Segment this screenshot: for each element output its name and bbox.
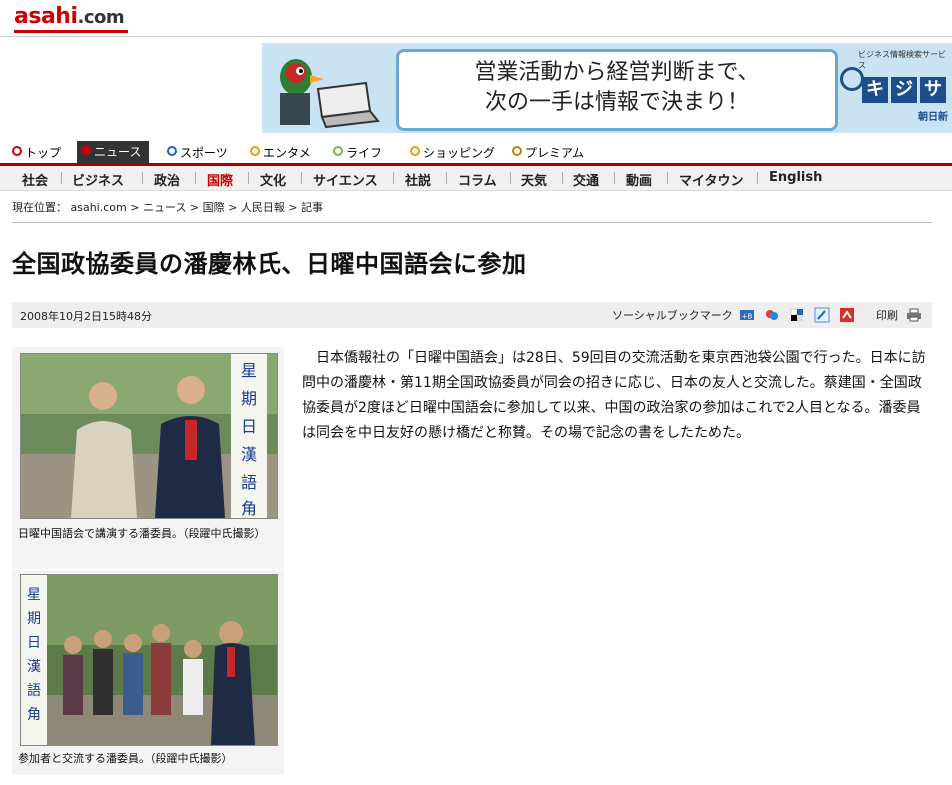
bullet-icon — [81, 145, 91, 155]
subnav-society[interactable]: 社会 — [22, 170, 48, 189]
subnav-science[interactable]: サイエンス — [313, 170, 378, 189]
breadcrumb-link-asahi[interactable]: asahi.com — [71, 201, 127, 214]
bullet-icon — [512, 146, 522, 156]
breadcrumb-link-international[interactable]: 国際 — [203, 201, 225, 214]
nav-item-sports[interactable]: スポーツ — [167, 144, 228, 161]
divider — [446, 172, 447, 184]
print-label[interactable]: 印刷 — [876, 307, 898, 323]
subnav-international[interactable]: 国際 — [207, 170, 233, 189]
photo-group-image: 星 期 日 漢 語 角 — [21, 575, 277, 745]
divider — [562, 172, 563, 184]
bullet-icon — [12, 146, 22, 156]
bullet-icon — [250, 146, 260, 156]
divider — [614, 172, 615, 184]
nav-item-news[interactable]: ニュース — [77, 141, 150, 163]
svg-text:星: 星 — [27, 587, 41, 603]
livedoor-clip-icon[interactable] — [764, 307, 780, 323]
bullet-icon — [333, 146, 343, 156]
divider — [510, 172, 511, 184]
divider — [667, 172, 668, 184]
bullet-icon — [167, 146, 177, 156]
svg-text:+B: +B — [742, 313, 753, 321]
figure-1-caption: 日曜中国語会で講演する潘委員。（段躍中氏撮影） — [18, 527, 266, 540]
ad-brand-tagline: ビジネス情報検索サービス — [858, 50, 946, 70]
ad-speech-bubble: 営業活動から経営判断まで、 次の一手は情報で決まり！ — [396, 49, 838, 131]
primary-nav: トップ ニュース スポーツ エンタメ ライフ ショッピング プレミアム — [0, 141, 952, 166]
svg-text:日: 日 — [27, 635, 41, 651]
secondary-nav: 社会 ビジネス 政治 国際 文化 サイエンス 社説 コラム 天気 交通 動画 マ… — [0, 166, 952, 191]
ad-brand-name: キ ジ サ — [862, 77, 952, 103]
svg-text:日: 日 — [241, 417, 257, 436]
divider — [248, 172, 249, 184]
svg-text:期: 期 — [27, 611, 41, 627]
svg-text:漢: 漢 — [241, 445, 257, 464]
article-title: 全国政協委員の潘慶林氏、日曜中国語会に参加 — [12, 250, 527, 278]
divider — [61, 172, 62, 184]
subnav-politics[interactable]: 政治 — [154, 170, 180, 189]
ad-brand: ビジネス情報検索サービス キ ジ サ 朝日新 — [840, 49, 952, 127]
svg-text:期: 期 — [241, 389, 257, 408]
subnav-video[interactable]: 動画 — [626, 170, 652, 189]
nav-item-shopping[interactable]: ショッピング — [410, 144, 495, 161]
breadcrumb-link-peoples-daily[interactable]: 人民日報 — [241, 201, 285, 214]
nav-item-top[interactable]: トップ — [12, 144, 61, 161]
divider — [12, 222, 932, 223]
clip-icon[interactable] — [814, 307, 830, 323]
breadcrumb: 現在位置： asahi.com > ニュース > 国際 > 人民日報 > 記事 — [12, 201, 324, 214]
article-figure-1: 星 期 日 漢 語 角 日曜中国語会で講演する潘委員。（段躍中氏撮影） — [12, 347, 284, 569]
article-figure-2: 星 期 日 漢 語 角 参加者と交流する潘委員。（段躍中氏撮影） — [12, 570, 284, 775]
svg-text:語: 語 — [241, 473, 257, 492]
article-photo-1[interactable]: 星 期 日 漢 語 角 — [20, 353, 278, 519]
nav-item-premium[interactable]: プレミアム — [512, 144, 584, 161]
ad-line-1: 営業活動から経営判断まで、 — [474, 60, 760, 85]
social-bookmark-label: ソーシャルブックマーク — [612, 309, 733, 322]
svg-text:角: 角 — [241, 499, 257, 518]
delicious-icon[interactable] — [789, 307, 805, 323]
subnav-mytown[interactable]: マイタウン — [679, 170, 743, 189]
divider — [142, 172, 143, 184]
divider — [301, 172, 302, 184]
subnav-culture[interactable]: 文化 — [260, 170, 286, 189]
subnav-english[interactable]: English — [769, 170, 822, 185]
bird-laptop-illustration — [280, 59, 380, 129]
svg-text:角: 角 — [27, 707, 41, 723]
logo-underline — [14, 30, 128, 33]
subnav-editorial[interactable]: 社説 — [405, 170, 431, 189]
ad-line-2: 次の一手は情報で決まり！ — [484, 90, 749, 115]
bullet-icon — [410, 146, 420, 156]
divider — [757, 172, 758, 184]
printer-icon[interactable] — [906, 307, 922, 323]
figure-2-caption: 参加者と交流する潘委員。（段躍中氏撮影） — [18, 752, 233, 765]
article-meta-bar: 2008年10月2日15時48分 ソーシャルブックマーク +B 印刷 — [12, 302, 932, 328]
article-body: 日本僑報社の「日曜中国語会」は28日、59回目の交流活動を東京西池袋公園で行った… — [302, 350, 926, 441]
ad-banner[interactable]: 営業活動から経営判断まで、 次の一手は情報で決まり！ ビジネス情報検索サービス … — [262, 43, 952, 133]
svg-text:語: 語 — [27, 683, 41, 699]
site-logo[interactable]: asahi.com — [14, 4, 125, 29]
svg-text:星: 星 — [241, 361, 257, 380]
photo-speakers-image: 星 期 日 漢 語 角 — [21, 354, 277, 518]
nav-item-life[interactable]: ライフ — [333, 144, 382, 161]
divider — [195, 172, 196, 184]
breadcrumb-current: 記事 — [301, 201, 324, 214]
buzzurl-icon[interactable] — [839, 307, 855, 323]
ad-brand-sub: 朝日新 — [918, 112, 948, 123]
subnav-traffic[interactable]: 交通 — [573, 170, 599, 189]
hatena-bookmark-icon[interactable]: +B — [739, 307, 755, 323]
divider — [393, 172, 394, 184]
site-header: asahi.com — [0, 0, 952, 37]
breadcrumb-link-news[interactable]: ニュース — [143, 201, 186, 214]
subnav-business[interactable]: ビジネス — [72, 170, 124, 189]
article-date: 2008年10月2日15時48分 — [20, 310, 152, 323]
subnav-weather[interactable]: 天気 — [521, 170, 547, 189]
article-photo-2[interactable]: 星 期 日 漢 語 角 — [20, 574, 278, 746]
svg-text:漢: 漢 — [27, 659, 41, 675]
subnav-column[interactable]: コラム — [458, 170, 497, 189]
nav-item-entame[interactable]: エンタメ — [250, 144, 311, 161]
